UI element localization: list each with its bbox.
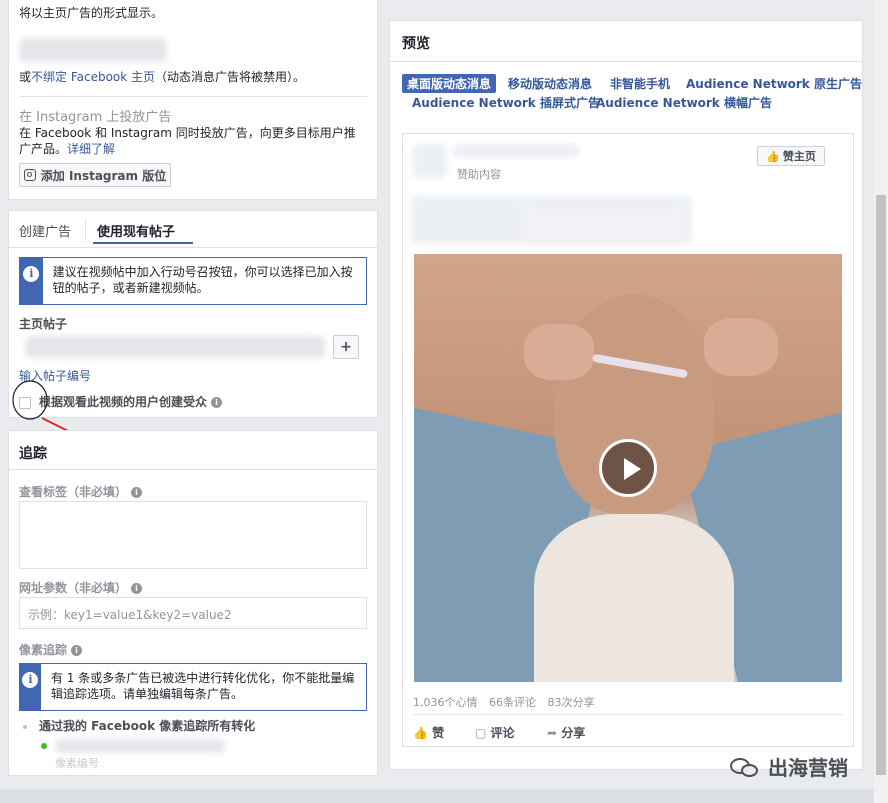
tab-an-banner[interactable]: Audience Network 横幅广告 bbox=[596, 94, 772, 111]
learn-more-link[interactable]: 详细了解 bbox=[67, 142, 115, 156]
pixel-name-blurred bbox=[55, 739, 225, 753]
page-avatar-blurred bbox=[413, 144, 447, 178]
pixel-all-row: 通过我的 Facebook 像素追踪所有转化 bbox=[23, 717, 255, 734]
bottom-bar bbox=[0, 789, 874, 803]
action-bar: 👍 赞 ▢ 评论 ➦ 分享 bbox=[413, 724, 833, 741]
add-instagram-button[interactable]: 添加 Instagram 版位 bbox=[19, 163, 171, 187]
play-icon bbox=[624, 458, 641, 480]
watermark: 出海营销 bbox=[730, 752, 848, 781]
video-hand-right bbox=[704, 318, 778, 376]
reactions-count[interactable]: 1,036个心情 bbox=[413, 696, 478, 709]
page-post-label: 主页帖子 bbox=[19, 317, 68, 331]
instagram-desc: 在 Facebook 和 Instagram 同时投放广告，向更多目标用户推广产… bbox=[19, 126, 356, 156]
divider bbox=[9, 247, 377, 248]
ad-video[interactable] bbox=[414, 254, 842, 682]
like-page-button[interactable]: 👍 赞主页 bbox=[757, 146, 825, 166]
comment-icon: ▢ bbox=[475, 726, 487, 740]
page-selector-blurred[interactable] bbox=[19, 38, 167, 62]
tracking-title: 追踪 bbox=[19, 446, 47, 462]
ad-text-blurred-2 bbox=[521, 208, 685, 242]
tab-desktop-feed[interactable]: 桌面版动态消息 bbox=[402, 74, 497, 93]
identity-panel: 将以主页广告的形式显示。 或不绑定 Facebook 主页（动态消息广告将被禁用… bbox=[8, 0, 378, 200]
comment-action[interactable]: ▢ 评论 bbox=[475, 724, 515, 741]
pixel-tip-text: 有 1 条或多条广告已被选中进行转化优化，你不能批量编辑追踪选项。请单独编辑每条… bbox=[50, 671, 355, 701]
page-name-blurred bbox=[453, 144, 579, 158]
instagram-title: 在 Instagram 上投放广告 bbox=[19, 110, 172, 125]
pixel-tip-box: i 有 1 条或多条广告已被选中进行转化优化，你不能批量编辑追踪选项。请单独编辑… bbox=[19, 663, 367, 711]
unbind-line: 或不绑定 Facebook 主页（动态消息广告将被禁用）。 bbox=[19, 70, 306, 84]
video-tip-box: i 建议在视频帖中加入行动号召按钮，你可以选择已加入按钮的帖子，或者新建视频帖。 bbox=[19, 257, 367, 305]
annotation-circle bbox=[12, 380, 48, 420]
play-button[interactable] bbox=[599, 439, 657, 497]
video-tip-text: 建议在视频帖中加入行动号召按钮，你可以选择已加入按钮的帖子，或者新建视频帖。 bbox=[52, 265, 353, 295]
info-icon: i bbox=[23, 266, 40, 282]
top-text: 将以主页广告的形式显示。 bbox=[19, 6, 164, 20]
tab-create-ad[interactable]: 创建广告 bbox=[19, 221, 71, 240]
tracking-panel: 追踪 查看标签（非必填） i 网址参数（非必填） i 示例：key1=value1&… bbox=[8, 430, 378, 776]
tab-an-interstitial[interactable]: Audience Network 插屏式广告 bbox=[412, 94, 600, 111]
url-params-label-row: 网址参数（非必填） i bbox=[19, 579, 143, 596]
pixel-all-label: 通过我的 Facebook 像素追踪所有转化 bbox=[39, 719, 256, 733]
tab-use-existing-post[interactable]: 使用现有帖子 bbox=[97, 221, 175, 240]
divider bbox=[19, 96, 367, 97]
engagement-stats: 1,036个心情 66条评论 83次分享 bbox=[413, 694, 595, 710]
info-icon: i bbox=[22, 672, 39, 688]
video-hand-left bbox=[524, 324, 594, 380]
comments-count[interactable]: 66条评论 bbox=[489, 696, 536, 709]
unbind-page-link[interactable]: 不绑定 Facebook 主页 bbox=[31, 70, 155, 84]
tab-divider bbox=[85, 219, 86, 241]
like-action[interactable]: 👍 赞 bbox=[413, 726, 444, 740]
pixel-item-label: 像素编号 bbox=[55, 757, 99, 770]
preview-title: 预览 bbox=[402, 36, 430, 52]
wechat-icon bbox=[730, 756, 760, 778]
video-lace bbox=[534, 514, 734, 682]
shares-count[interactable]: 83次分享 bbox=[548, 696, 595, 709]
help-icon[interactable]: i bbox=[131, 583, 143, 594]
divider bbox=[390, 61, 862, 62]
view-tags-label: 查看标签（非必填） bbox=[19, 485, 128, 499]
instagram-icon bbox=[23, 169, 36, 181]
url-params-label: 网址参数（非必填） bbox=[19, 581, 128, 595]
view-tags-textarea[interactable] bbox=[19, 501, 367, 569]
pixel-item-row: 像素编号 bbox=[41, 739, 241, 770]
url-params-input[interactable]: 示例：key1=value1&key2=value2 bbox=[19, 597, 367, 629]
like-icon: 👍 bbox=[413, 726, 428, 740]
tab-an-native[interactable]: Audience Network 原生广告 bbox=[686, 75, 862, 92]
help-icon[interactable]: i bbox=[131, 487, 143, 498]
page-post-selector-blurred[interactable] bbox=[25, 336, 325, 358]
scrollbar-thumb[interactable] bbox=[876, 195, 886, 775]
ad-preview-card: 赞助内容 👍 赞主页 1,036个心情 66条评论 83次分享 👍 赞 ▢ 评论… bbox=[402, 133, 854, 747]
pixel-label: 像素追踪 bbox=[19, 643, 68, 657]
help-icon[interactable]: i bbox=[211, 397, 223, 408]
divider bbox=[9, 469, 377, 470]
tab-active-underline bbox=[93, 242, 193, 244]
sponsored-label: 赞助内容 bbox=[457, 168, 501, 181]
share-action[interactable]: ➦ 分享 bbox=[547, 724, 585, 741]
tab-mobile-feed[interactable]: 移动版动态消息 bbox=[508, 75, 592, 92]
divider bbox=[413, 714, 843, 715]
page-scrollbar[interactable] bbox=[874, 0, 888, 803]
pixel-label-row: 像素追踪 i bbox=[19, 641, 83, 658]
help-icon[interactable]: i bbox=[71, 645, 83, 656]
view-tags-label-row: 查看标签（非必填） i bbox=[19, 483, 143, 500]
add-post-button[interactable]: + bbox=[333, 335, 359, 359]
tab-feature-phone[interactable]: 非智能手机 bbox=[610, 75, 670, 92]
preview-panel: 预览 桌面版动态消息 移动版动态消息 非智能手机 Audience Networ… bbox=[389, 20, 863, 770]
bullet-dot bbox=[23, 724, 27, 729]
thumbs-up-icon: 👍 bbox=[766, 149, 780, 163]
status-dot bbox=[41, 743, 47, 749]
share-icon: ➦ bbox=[547, 726, 558, 740]
